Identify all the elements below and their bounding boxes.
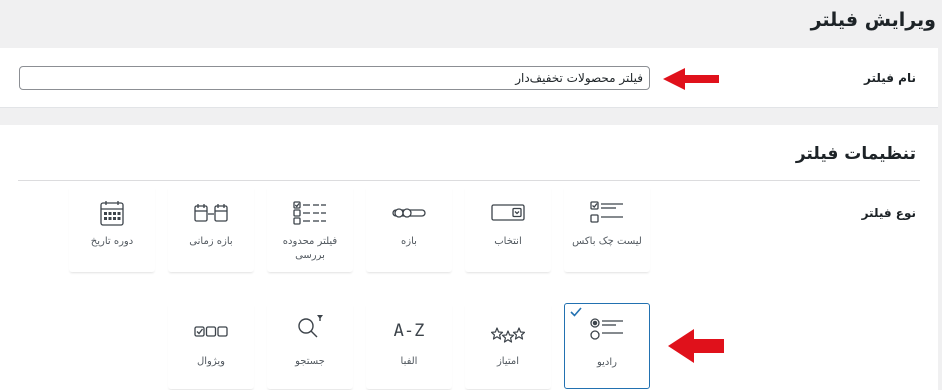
filter-type-label-text: لیست چک باکس (572, 236, 642, 247)
filter-type-label-text: دوره تاریخ (90, 236, 134, 247)
filter-type-visual[interactable]: ویژوال (168, 303, 254, 389)
annotation-arrow-icon (668, 329, 724, 363)
filter-name-panel: نام فیلتر (0, 48, 938, 108)
time-range-icon (194, 204, 228, 222)
stars-icon (491, 327, 525, 343)
filter-type-rating[interactable]: امتیاز (465, 303, 551, 389)
checklist-icon (590, 201, 623, 223)
filter-type-label-text: فیلتر محدوده بررسی (282, 236, 338, 261)
filter-type-range[interactable]: بازه (366, 186, 452, 272)
filter-type-label-text: رادیو (596, 357, 617, 368)
settings-title: تنظیمات فیلتر (795, 144, 916, 164)
settings-divider (18, 180, 920, 181)
filter-type-date-period[interactable]: دوره تاریخ (69, 186, 155, 272)
filter-type-label-text: الفبا (400, 356, 418, 367)
filter-type-label-text: انتخاب (494, 236, 522, 247)
filter-type-label-text: بازه (401, 236, 417, 247)
calendar-icon (100, 201, 124, 226)
dropdown-select-icon (491, 204, 525, 221)
filter-type-label-text: ویژوال (196, 356, 225, 367)
annotation-arrow-icon (663, 68, 719, 90)
filter-type-radio[interactable]: رادیو (564, 303, 650, 389)
filter-type-label-text: بازه زمانی (189, 236, 233, 247)
filter-name-label: نام فیلتر (863, 71, 916, 85)
filter-type-alphabet[interactable]: A-Z الفبا (366, 303, 452, 389)
visual-swatches-icon (194, 326, 228, 337)
filter-settings-panel: تنظیمات فیلتر نوع فیلتر لیست چک باکس انت… (0, 125, 938, 390)
page-title: ویرایش فیلتر (810, 9, 936, 31)
limited-checklist-icon (293, 201, 326, 225)
search-filter-icon (298, 315, 323, 338)
filter-type-select[interactable]: انتخاب (465, 186, 551, 272)
filter-type-limited-check[interactable]: فیلتر محدوده بررسی (267, 186, 353, 272)
filter-name-input[interactable] (19, 66, 650, 90)
a-z-icon: A-Z (393, 321, 425, 341)
filter-type-label-text: امتیاز (496, 356, 520, 367)
filter-type-time-range[interactable]: بازه زمانی (168, 186, 254, 272)
filter-type-search[interactable]: جستجو (267, 303, 353, 389)
filter-type-label: نوع فیلتر (861, 206, 916, 220)
filter-type-checklist[interactable]: لیست چک باکس (564, 186, 650, 272)
filter-type-label-text: جستجو (295, 356, 325, 367)
range-slider-icon (392, 208, 426, 218)
radio-list-icon (590, 318, 623, 340)
